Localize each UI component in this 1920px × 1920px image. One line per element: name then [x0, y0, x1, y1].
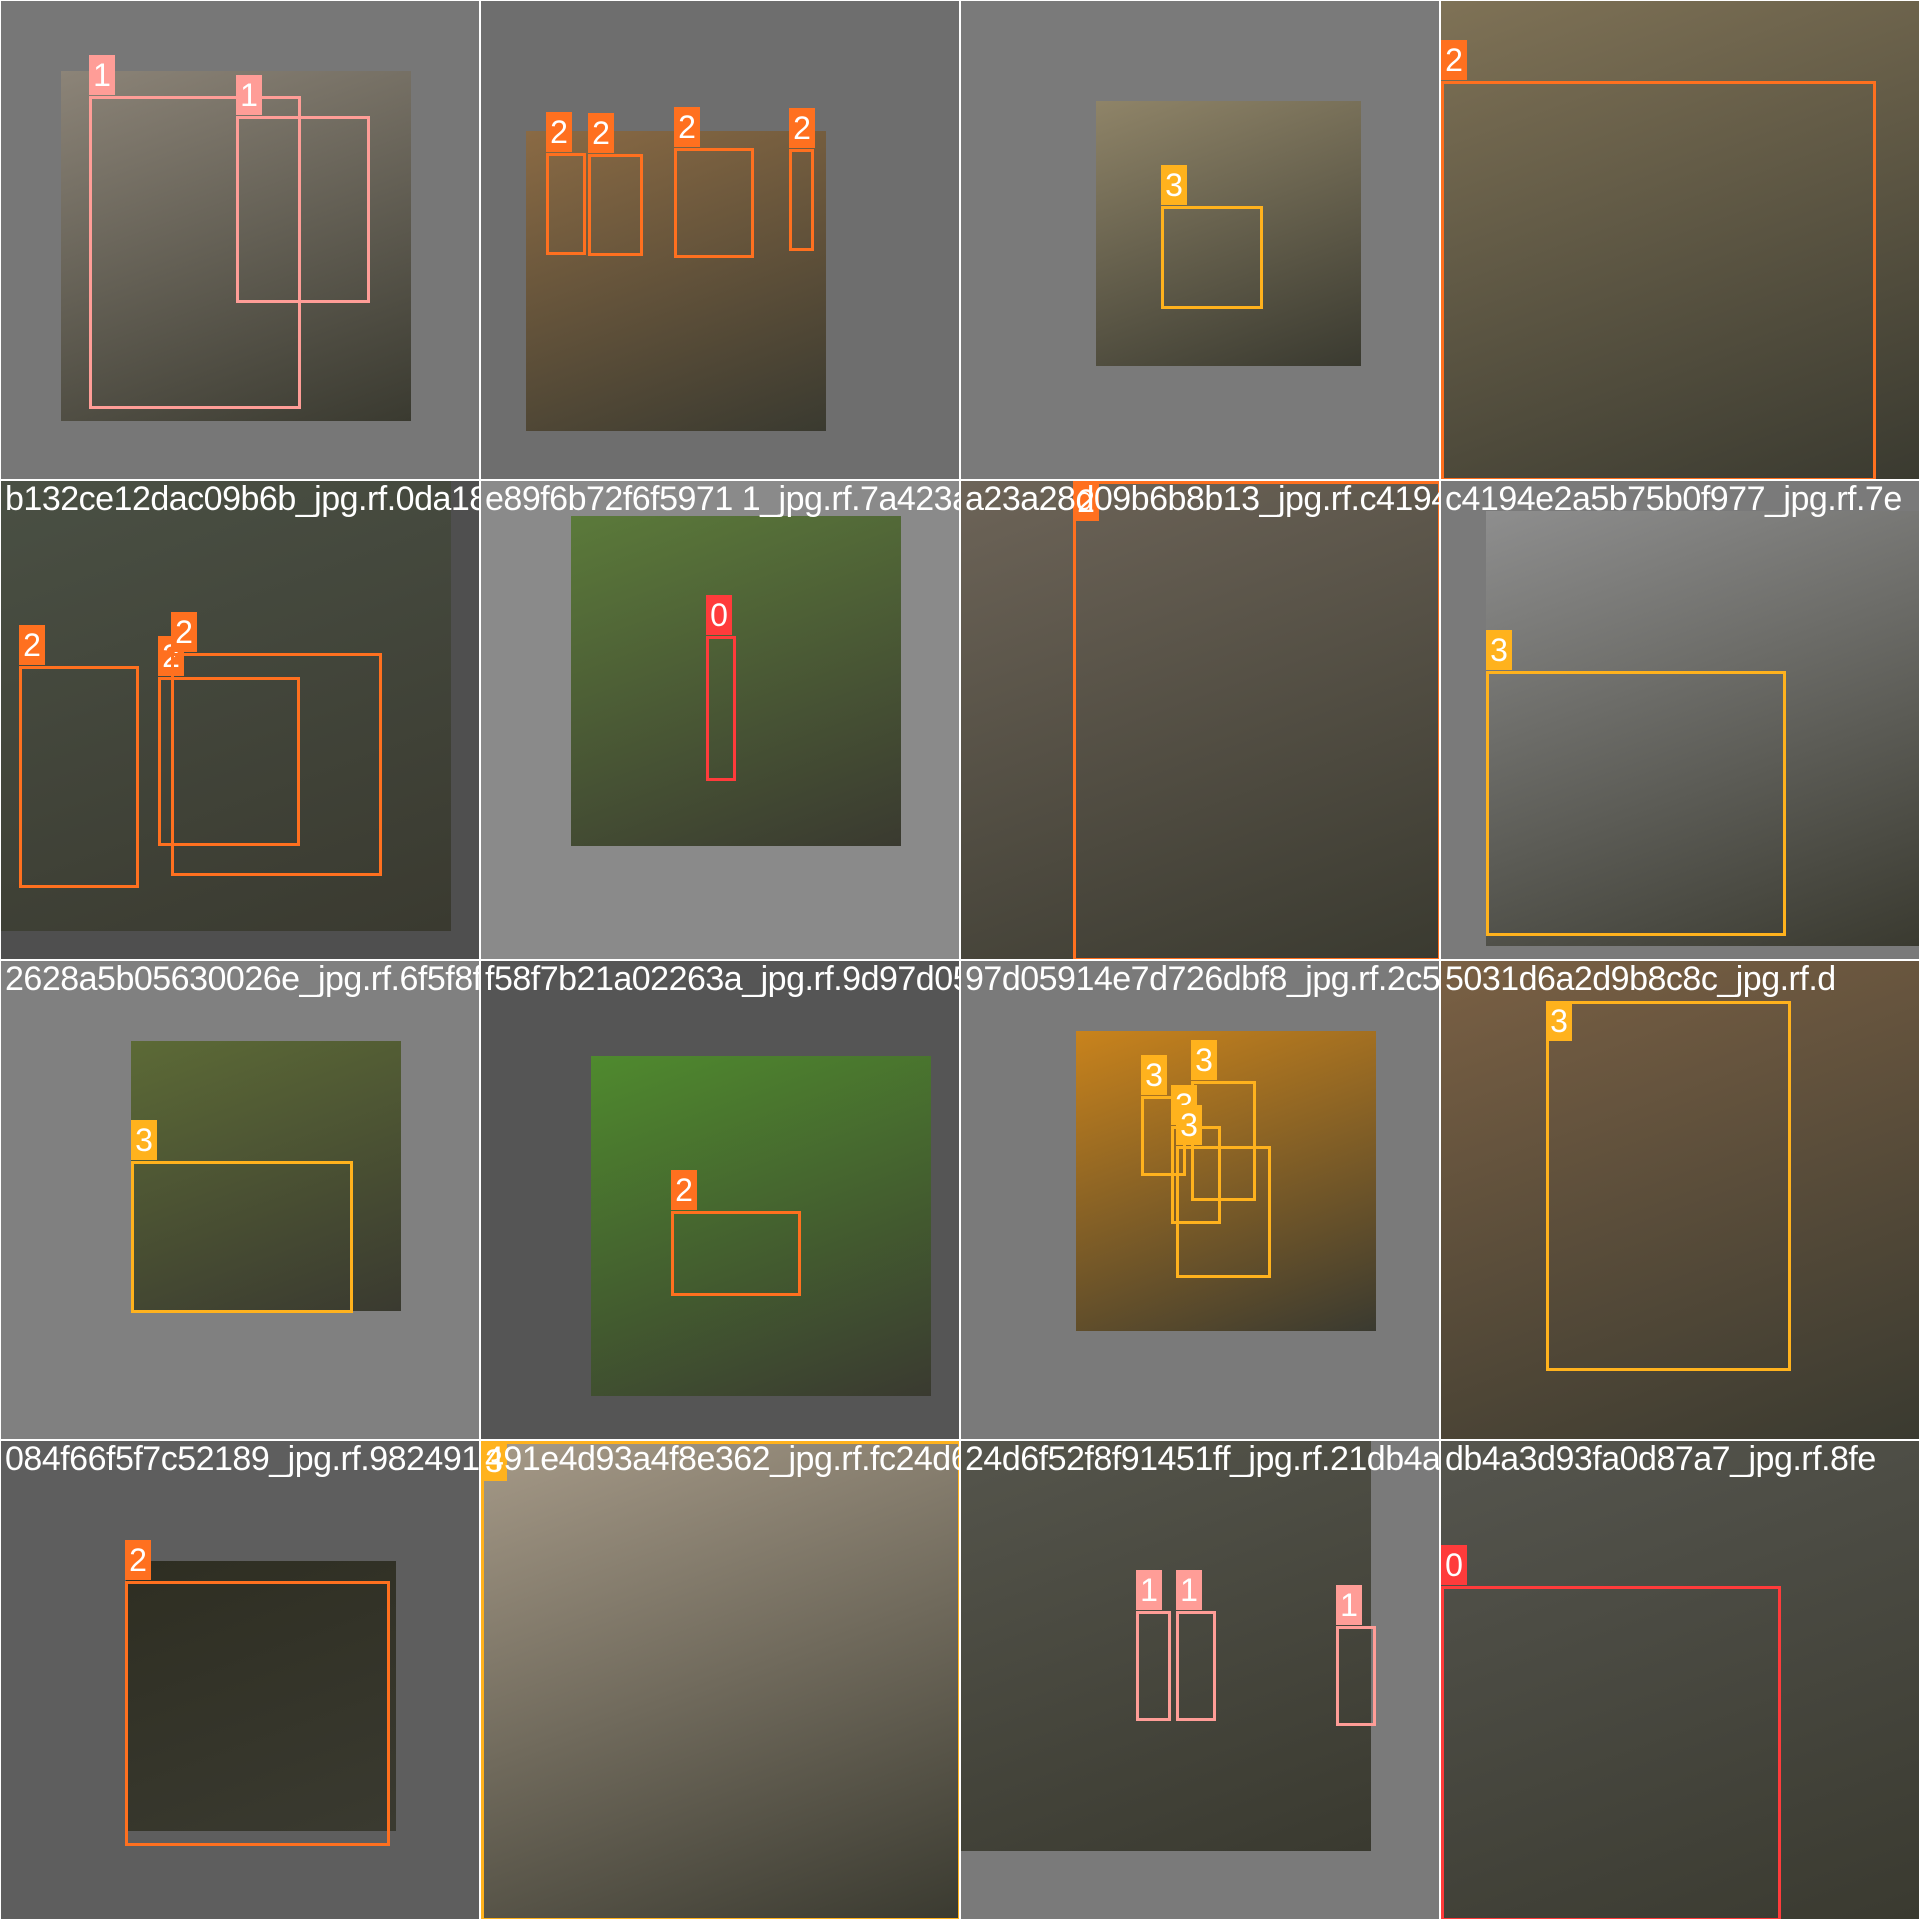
image-filename: 084f66f5f7c52189_jpg.rf.982491e4d93a4f8e	[5, 1440, 480, 1478]
image-filename: 2628a5b05630026e_jpg.rf.6f5f8f7b21a0228a	[5, 960, 480, 998]
class-label-tag: 3	[1486, 630, 1512, 670]
class-label-tag: 0	[1441, 1545, 1467, 1585]
image-filename: e89f6b72f6f5971 1_jpg.rf.7a423a28d09b6b	[485, 480, 959, 518]
bounding-box: 3	[481, 1441, 959, 1919]
class-label-tag: 3	[1176, 1105, 1202, 1145]
bounding-box: 1	[236, 75, 370, 303]
class-label-tag: 2	[171, 612, 197, 652]
bounding-box: 2	[671, 1170, 801, 1296]
mosaic-tile: c4194e2a5b75b0f977_jpg.rf.7e 3	[1440, 480, 1920, 960]
image-filename: c4194e2a5b75b0f977_jpg.rf.7e	[1445, 480, 1902, 518]
mosaic-tile: 3	[960, 0, 1440, 480]
image-filename: db4a3d93fa0d87a7_jpg.rf.8fe	[1445, 1440, 1876, 1478]
mosaic-tile: a23a28d09b6b8b13_jpg.rf.c4194e2a5b75b0f9…	[960, 480, 1440, 960]
mosaic-tile: 2	[1440, 0, 1920, 480]
image-filename: 97d05914e7d726dbf8_jpg.rf.2c5031d6a2d9b8…	[965, 960, 1440, 998]
class-label-tag: 3	[1546, 1001, 1572, 1041]
mosaic-tile: 11	[0, 0, 480, 480]
mosaic-tile: 5031d6a2d9b8c8c_jpg.rf.d 3	[1440, 960, 1920, 1440]
class-label-tag: 1	[1176, 1570, 1202, 1610]
mosaic-tile: 24d6f52f8f91451ff_jpg.rf.21db4a3d93fa0d8…	[960, 1440, 1440, 1920]
class-label-tag: 1	[1336, 1585, 1362, 1625]
image-mosaic: 11222232b132ce12dac09b6b_jpg.rf.0da1896b…	[0, 0, 1920, 1920]
bounding-box: 2	[546, 112, 586, 255]
bounding-box: 0	[706, 595, 736, 781]
bounding-box: 2	[19, 625, 139, 888]
bounding-box: 2	[171, 612, 382, 876]
class-label-tag: 1	[1136, 1570, 1162, 1610]
bounding-box: 2	[674, 107, 754, 258]
bounding-box: 3	[1161, 165, 1263, 309]
class-label-tag: 2	[546, 112, 572, 152]
mosaic-tile: e89f6b72f6f5971 1_jpg.rf.7a423a28d09b6b 0	[480, 480, 960, 960]
mosaic-tile: 491e4d93a4f8e362_jpg.rf.fc24d6f52f8f9145…	[480, 1440, 960, 1920]
class-label-tag: 3	[1191, 1040, 1217, 1080]
bounding-box: 3	[1176, 1105, 1271, 1278]
bounding-box: 2	[1073, 481, 1439, 959]
class-label-tag: 2	[19, 625, 45, 665]
class-label-tag: 2	[125, 1540, 151, 1580]
class-label-tag: 3	[131, 1120, 157, 1160]
bounding-box: 1	[1336, 1585, 1376, 1726]
bounding-box: 3	[1486, 630, 1786, 936]
mosaic-tile: 2628a5b05630026e_jpg.rf.6f5f8f7b21a0228a…	[0, 960, 480, 1440]
mosaic-tile: 084f66f5f7c52189_jpg.rf.982491e4d93a4f8e…	[0, 1440, 480, 1920]
bounding-box: 0	[1441, 1545, 1781, 1919]
training-image	[571, 516, 901, 846]
bounding-box: 3	[1546, 1001, 1791, 1371]
class-label-tag: 3	[1141, 1055, 1167, 1095]
class-label-tag: 2	[671, 1170, 697, 1210]
image-filename: 5031d6a2d9b8c8c_jpg.rf.d	[1445, 960, 1836, 998]
image-filename: b132ce12dac09b6b_jpg.rf.0da1896b72af6f59…	[5, 480, 479, 518]
class-label-tag: 2	[1441, 40, 1467, 80]
class-label-tag: 2	[789, 108, 815, 148]
image-filename: 491e4d93a4f8e362_jpg.rf.fc24d6f52f8f9145…	[485, 1440, 959, 1478]
mosaic-tile: b132ce12dac09b6b_jpg.rf.0da1896b72af6f59…	[0, 480, 480, 960]
mosaic-tile: f58f7b21a02263a_jpg.rf.9d97d05914e7d726 2	[480, 960, 960, 1440]
mosaic-tile: 97d05914e7d726dbf8_jpg.rf.2c5031d6a2d9b8…	[960, 960, 1440, 1440]
bounding-box: 2	[125, 1540, 390, 1846]
class-label-tag: 1	[89, 55, 115, 95]
bounding-box: 2	[789, 108, 815, 251]
class-label-tag: 1	[236, 75, 262, 115]
mosaic-tile: db4a3d93fa0d87a7_jpg.rf.8fe 0	[1440, 1440, 1920, 1920]
class-label-tag: 2	[674, 107, 700, 147]
image-filename: a23a28d09b6b8b13_jpg.rf.c4194e2a5b75b0f9…	[965, 480, 1439, 518]
bounding-box: 2	[1441, 40, 1876, 479]
class-label-tag: 2	[588, 113, 614, 153]
bounding-box: 1	[1176, 1570, 1216, 1721]
class-label-tag: 3	[1161, 165, 1187, 205]
bounding-box: 3	[131, 1120, 353, 1313]
class-label-tag: 0	[706, 595, 732, 635]
bounding-box: 2	[588, 113, 643, 256]
mosaic-tile: 2222	[480, 0, 960, 480]
bounding-box: 1	[1136, 1570, 1171, 1721]
image-filename: f58f7b21a02263a_jpg.rf.9d97d05914e7d726	[485, 960, 959, 998]
image-filename: 24d6f52f8f91451ff_jpg.rf.21db4a3d93fa0d8…	[965, 1440, 1440, 1478]
